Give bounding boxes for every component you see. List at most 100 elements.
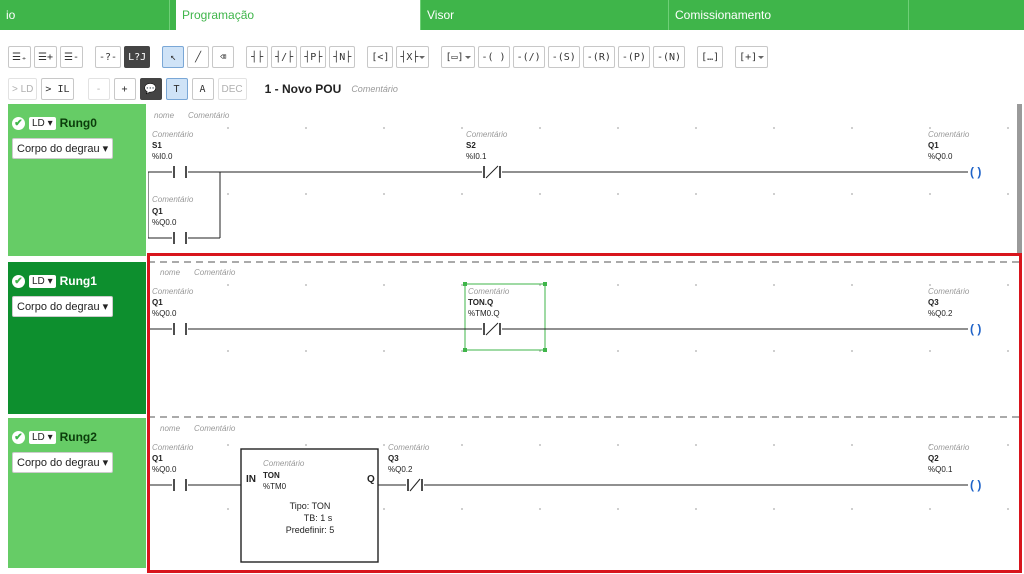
contact-address: %I0.1 xyxy=(466,152,487,161)
nc-contact-button[interactable]: ┤/├ xyxy=(271,46,298,68)
rung-header-2[interactable]: ✔ LD ▾ Rung2 Corpo do degrau ▾ xyxy=(8,418,146,568)
rung-body-select[interactable]: Corpo do degrau ▾ xyxy=(12,452,114,473)
contact-nc-icon[interactable] xyxy=(407,478,423,492)
zoom-out-button[interactable]: - xyxy=(87,78,110,100)
text-view-button[interactable]: T xyxy=(165,78,188,100)
delete-rung-button[interactable]: ☰- xyxy=(60,46,83,68)
grid-dot xyxy=(851,350,853,352)
draw-wire-button[interactable]: ╱ xyxy=(187,46,210,68)
eraser-button[interactable]: ⌫ xyxy=(212,46,235,68)
contact-nc-icon[interactable] xyxy=(483,165,501,179)
font-size-button[interactable]: A xyxy=(191,78,214,100)
reset-coil-button[interactable]: -(R) xyxy=(582,46,615,68)
grid-dot xyxy=(773,444,775,446)
select-pointer-button[interactable]: ↖ xyxy=(162,46,185,68)
convert-ld-button[interactable]: > LD xyxy=(8,78,38,100)
language-select[interactable]: LD ▾ xyxy=(29,274,56,288)
coil-icon[interactable]: ( ) xyxy=(970,165,981,179)
contact-nc-icon[interactable] xyxy=(483,322,501,336)
svg-text:Comentário: Comentário xyxy=(194,424,236,433)
contact-address: %Q0.0 xyxy=(152,465,177,474)
grid-dot xyxy=(695,444,697,446)
grid-dot xyxy=(1007,193,1009,195)
negated-coil-button[interactable]: -(/) xyxy=(512,46,545,68)
grid-dot xyxy=(773,508,775,510)
rung-body-select[interactable]: Corpo do degrau ▾ xyxy=(12,138,114,159)
contact-no-icon[interactable] xyxy=(173,232,187,244)
contact-var: Q1 xyxy=(152,207,163,216)
language-select[interactable]: LD ▾ xyxy=(29,430,56,444)
grid-dot xyxy=(617,508,619,510)
rung-name-label: nome xyxy=(154,111,175,120)
rung-comment: Comentário xyxy=(188,111,230,120)
function-block-dropdown[interactable]: [▭] xyxy=(441,46,475,68)
jump-button[interactable]: L?J xyxy=(124,46,151,68)
grid-dot xyxy=(773,127,775,129)
compare-block-button[interactable]: [<] xyxy=(367,46,394,68)
ladder-toolbar: ☰₊ ☰+ ☰- -?- L?J ↖ ╱ ⌫ ┤├ ┤/├ ┤P├ ┤N├ [<] ┤X├ [▭] -( ) -… xyxy=(8,44,769,70)
language-select[interactable]: LD ▾ xyxy=(29,116,56,130)
svg-text:Comentário: Comentário xyxy=(152,195,194,204)
rung-name: Rung2 xyxy=(59,430,97,444)
insert-rung-after-button[interactable]: ☰+ xyxy=(34,46,57,68)
pou-comment[interactable]: Comentário xyxy=(351,84,398,94)
check-icon[interactable]: ✔ xyxy=(12,274,25,288)
grid-dot xyxy=(305,284,307,286)
grid-dot xyxy=(305,350,307,352)
grid-dot xyxy=(461,193,463,195)
check-icon[interactable]: ✔ xyxy=(12,430,25,444)
tab-io[interactable]: io xyxy=(0,0,170,30)
contact-address: %TM0.Q xyxy=(468,309,500,318)
grid-dot xyxy=(1007,350,1009,352)
svg-text:Comentário: Comentário xyxy=(928,287,970,296)
grid-dot xyxy=(227,508,229,510)
contact-no-icon[interactable] xyxy=(173,323,187,335)
tab-comissionamento[interactable]: Comissionamento xyxy=(669,0,909,30)
p-coil-button[interactable]: -(P) xyxy=(617,46,650,68)
set-coil-button[interactable]: -(S) xyxy=(547,46,580,68)
grid-dot xyxy=(1007,444,1009,446)
check-icon[interactable]: ✔ xyxy=(12,116,25,130)
contact-address: %Q0.2 xyxy=(388,465,413,474)
vertical-scrollbar[interactable] xyxy=(1017,104,1022,254)
grid-dot xyxy=(227,350,229,352)
insert-rung-below-button[interactable]: ☰₊ xyxy=(8,46,31,68)
expand-dropdown-button[interactable]: [+] xyxy=(735,46,769,68)
comment-view-button[interactable]: 💬 xyxy=(139,78,162,100)
tab-visor[interactable]: Visor xyxy=(421,0,669,30)
n-contact-button[interactable]: ┤N├ xyxy=(329,46,356,68)
operate-block-button[interactable]: […] xyxy=(697,46,724,68)
rung-header-1[interactable]: ✔ LD ▾ Rung1 Corpo do degrau ▾ xyxy=(8,262,146,414)
contact-no-icon[interactable] xyxy=(173,166,187,178)
contact-dropdown-button[interactable]: ┤X├ xyxy=(396,46,430,68)
tab-extra[interactable] xyxy=(909,0,1024,30)
tab-programacao[interactable]: Programação xyxy=(176,0,421,30)
grid-dot xyxy=(383,127,385,129)
p-contact-button[interactable]: ┤P├ xyxy=(300,46,327,68)
rung-header-0[interactable]: ✔ LD ▾ Rung0 Corpo do degrau ▾ xyxy=(8,104,146,256)
svg-text:Comentário: Comentário xyxy=(194,268,236,277)
coil-icon[interactable]: ( ) xyxy=(970,478,981,492)
contact-no-icon[interactable] xyxy=(173,479,187,491)
svg-text:Comentário: Comentário xyxy=(152,443,194,452)
grid-dot xyxy=(227,444,229,446)
grid-dot xyxy=(773,350,775,352)
rung-body-select[interactable]: Corpo do degrau ▾ xyxy=(12,296,114,317)
block-address: %TM0 xyxy=(263,482,287,491)
pou-title: 1 - Novo POU xyxy=(264,82,342,96)
grid-dot xyxy=(227,127,229,129)
grid-dot xyxy=(695,350,697,352)
ladder-canvas[interactable]: nome Comentário Comentário S1 %I0.0 Come… xyxy=(148,104,1022,574)
no-contact-button[interactable]: ┤├ xyxy=(246,46,269,68)
rung0-wires xyxy=(148,171,968,239)
zoom-in-button[interactable]: + xyxy=(113,78,136,100)
coil-button[interactable]: -( ) xyxy=(477,46,510,68)
dec-button[interactable]: DEC xyxy=(217,78,247,100)
n-coil-button[interactable]: -(N) xyxy=(652,46,686,68)
grid-dot xyxy=(383,193,385,195)
coil-var: Q3 xyxy=(928,298,939,307)
convert-il-button[interactable]: > IL xyxy=(41,78,74,100)
comment-toggle-button[interactable]: -?- xyxy=(95,46,122,68)
block-preset: Predefinir: 5 xyxy=(286,525,335,535)
coil-icon[interactable]: ( ) xyxy=(970,322,981,336)
